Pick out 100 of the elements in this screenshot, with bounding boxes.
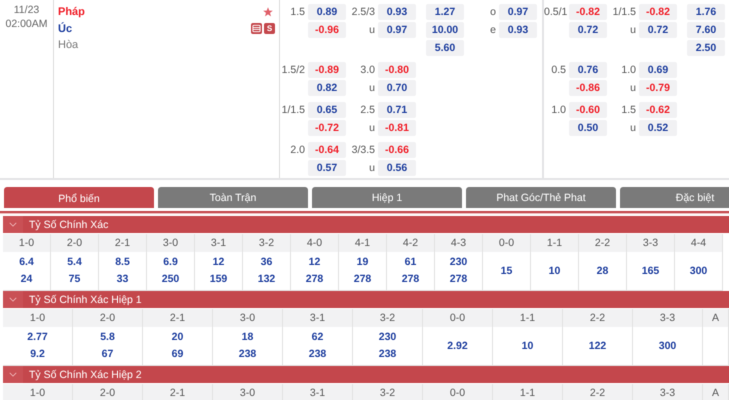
odds-value[interactable]: 10 [548,262,560,280]
odds-cell[interactable]: -0.66 [378,142,416,158]
odds-value[interactable]: 36 [260,254,272,271]
odds-value[interactable]: 18 [242,329,254,346]
column-header: 3-2 [353,384,423,400]
odds-value[interactable]: 278 [354,271,372,288]
odds-cell[interactable]: 0.72 [639,22,677,38]
odds-cell[interactable]: 0.93 [378,4,416,20]
section-header[interactable]: Tỷ Số Chính Xác Hiệp 2 [3,366,729,383]
odds-value[interactable]: 2.92 [447,338,468,354]
odds-value[interactable]: 5.4 [67,254,82,271]
odds-value[interactable]: 250 [162,271,180,288]
odds-cell[interactable]: -0.86 [569,80,607,96]
odds-value[interactable]: 2.77 [27,329,48,346]
odds-value[interactable]: 20 [172,329,184,346]
odds-value[interactable]: 278 [306,271,324,288]
odds-value[interactable]: 9.2 [30,346,45,363]
odds-cell[interactable]: 0.57 [308,160,346,176]
column-header: 3-3 [633,309,703,327]
column-header: 1-0 [3,384,73,400]
odds-cell[interactable]: -0.62 [639,102,677,118]
odds-value[interactable]: 75 [68,271,80,288]
odds-cell[interactable]: -0.60 [569,102,607,118]
stats-icon[interactable] [251,23,262,34]
odds-cell[interactable]: 0.71 [378,102,416,118]
odds-cell[interactable]: 2.50 [687,40,725,56]
section-header[interactable]: Tỷ Số Chính Xác [3,216,729,233]
odds-cell[interactable]: 5.60 [426,40,464,56]
odds-value[interactable]: 61 [404,254,416,271]
line-label: u [368,24,376,36]
odds-value[interactable]: 278 [450,271,468,288]
odds-value[interactable]: 238 [308,346,326,363]
tab[interactable]: Đặc biệt [620,187,729,208]
odds-value[interactable]: 19 [356,254,368,271]
odds-value[interactable]: 159 [210,271,228,288]
odds-cell[interactable]: 0.97 [499,4,537,20]
odds-cell[interactable]: 7.60 [687,22,725,38]
odds-value[interactable]: 10 [522,338,534,354]
chevron-icon[interactable] [3,291,23,308]
odds-value[interactable]: 33 [116,271,128,288]
odds-value[interactable]: 238 [238,346,256,363]
odds-value[interactable]: 165 [642,262,660,280]
odds-value[interactable]: 28 [596,262,608,280]
odds-value[interactable]: 5.8 [100,329,115,346]
odds-cell[interactable]: 0.50 [569,120,607,136]
column-header: 2-0 [73,384,143,400]
odds-cell[interactable]: 0.72 [569,22,607,38]
odds-cell[interactable]: -0.82 [569,4,607,20]
odds-cell[interactable]: 1.76 [687,4,725,20]
odds-value[interactable]: 300 [658,338,676,354]
odds-cell[interactable]: -0.64 [308,142,346,158]
odds-cell[interactable]: 0.69 [639,62,677,78]
odds-cell[interactable]: 0.97 [378,22,416,38]
section-header[interactable]: Tỷ Số Chính Xác Hiệp 1 [3,291,729,308]
odds-cell[interactable]: 0.89 [308,4,346,20]
odds-cell[interactable]: -0.72 [308,120,346,136]
column-header: 3-3 [633,384,703,400]
odds-value[interactable]: 12 [212,254,224,271]
odds-value[interactable]: 24 [20,271,32,288]
odds-cell[interactable]: 0.70 [378,80,416,96]
tab[interactable]: Phat Góc/Thẻ Phat [466,187,616,208]
odds-value[interactable]: 67 [102,346,114,363]
chevron-icon[interactable] [3,366,23,383]
odds-value[interactable]: 15 [500,262,512,280]
column-header: 3-2 [353,309,423,327]
odds-cell[interactable]: 0.56 [378,160,416,176]
live-badge[interactable]: S [264,23,275,34]
odds-value[interactable]: 230 [378,329,396,346]
odds-cell[interactable]: -0.79 [639,80,677,96]
tab[interactable]: Hiệp 1 [312,187,462,208]
odds-value[interactable]: 230 [450,254,468,271]
odds-value[interactable]: 6.4 [19,254,34,271]
chevron-icon[interactable] [3,216,23,233]
odds-cell[interactable]: 0.82 [308,80,346,96]
tab[interactable]: Toàn Trận [158,187,308,208]
odds-cell[interactable]: -0.96 [308,22,346,38]
odds-cell[interactable]: 1.27 [426,4,464,20]
odds-value[interactable]: 8.5 [115,254,130,271]
odds-cell[interactable]: -0.82 [639,4,677,20]
odds-value[interactable]: 238 [378,346,396,363]
odds-cell[interactable]: 0.76 [569,62,607,78]
odds-cell[interactable]: 0.65 [308,102,346,118]
odds-value[interactable]: 62 [312,329,324,346]
odds-value[interactable]: 122 [588,338,606,354]
odds-cell[interactable]: 0.93 [499,22,537,38]
odds-value[interactable]: 69 [172,346,184,363]
odds-cell[interactable]: -0.81 [378,120,416,136]
odds-cell[interactable]: 0.52 [639,120,677,136]
odds-value[interactable]: 6.9 [163,254,178,271]
odds-value[interactable]: 132 [258,271,276,288]
away-team: Úc [58,22,72,34]
column-header: 3-1 [283,384,353,400]
odds-value[interactable]: 300 [690,262,708,280]
odds-cell[interactable]: 10.00 [426,22,464,38]
tab[interactable]: Phổ biến [4,187,154,208]
odds-cell[interactable]: -0.80 [378,62,416,78]
odds-cell[interactable]: -0.89 [308,62,346,78]
star-icon[interactable] [263,6,273,16]
odds-value[interactable]: 278 [402,271,420,288]
odds-value[interactable]: 12 [308,254,320,271]
